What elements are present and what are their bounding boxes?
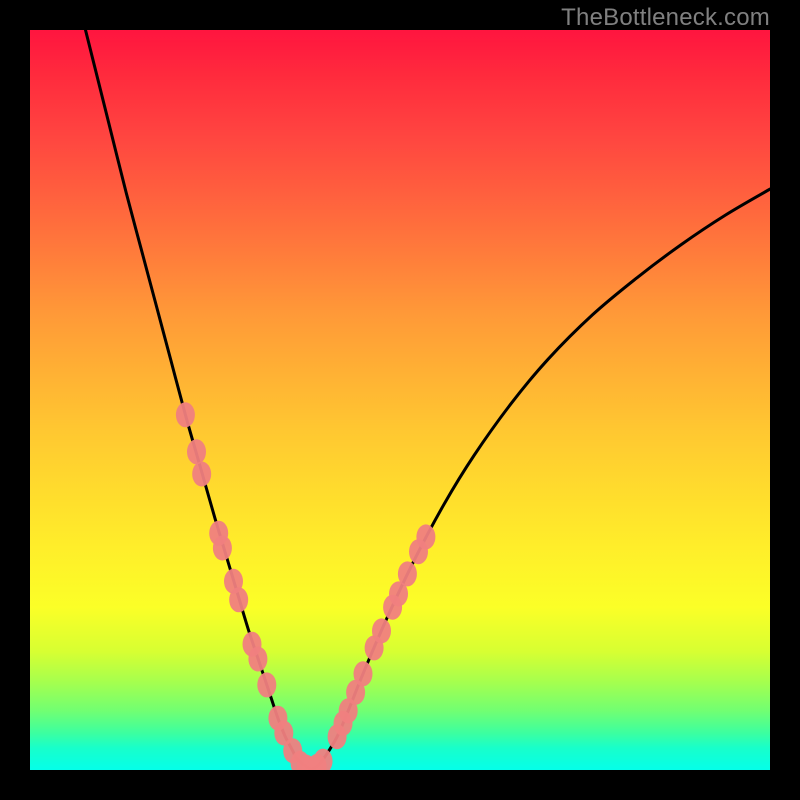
watermark-label: TheBottleneck.com bbox=[561, 4, 770, 32]
chart-frame: TheBottleneck.com bbox=[0, 0, 800, 800]
data-point bbox=[187, 439, 206, 464]
data-point bbox=[176, 402, 195, 427]
chart-svg bbox=[30, 30, 770, 770]
data-point bbox=[213, 536, 232, 561]
data-point bbox=[416, 524, 435, 549]
data-point bbox=[192, 462, 211, 487]
data-point bbox=[398, 561, 417, 586]
data-markers bbox=[176, 402, 436, 770]
data-point bbox=[257, 672, 276, 697]
data-point bbox=[372, 618, 391, 643]
data-point bbox=[354, 661, 373, 686]
plot-area bbox=[30, 30, 770, 770]
bottleneck-curve bbox=[86, 30, 771, 769]
data-point bbox=[248, 647, 267, 672]
data-point bbox=[229, 587, 248, 612]
